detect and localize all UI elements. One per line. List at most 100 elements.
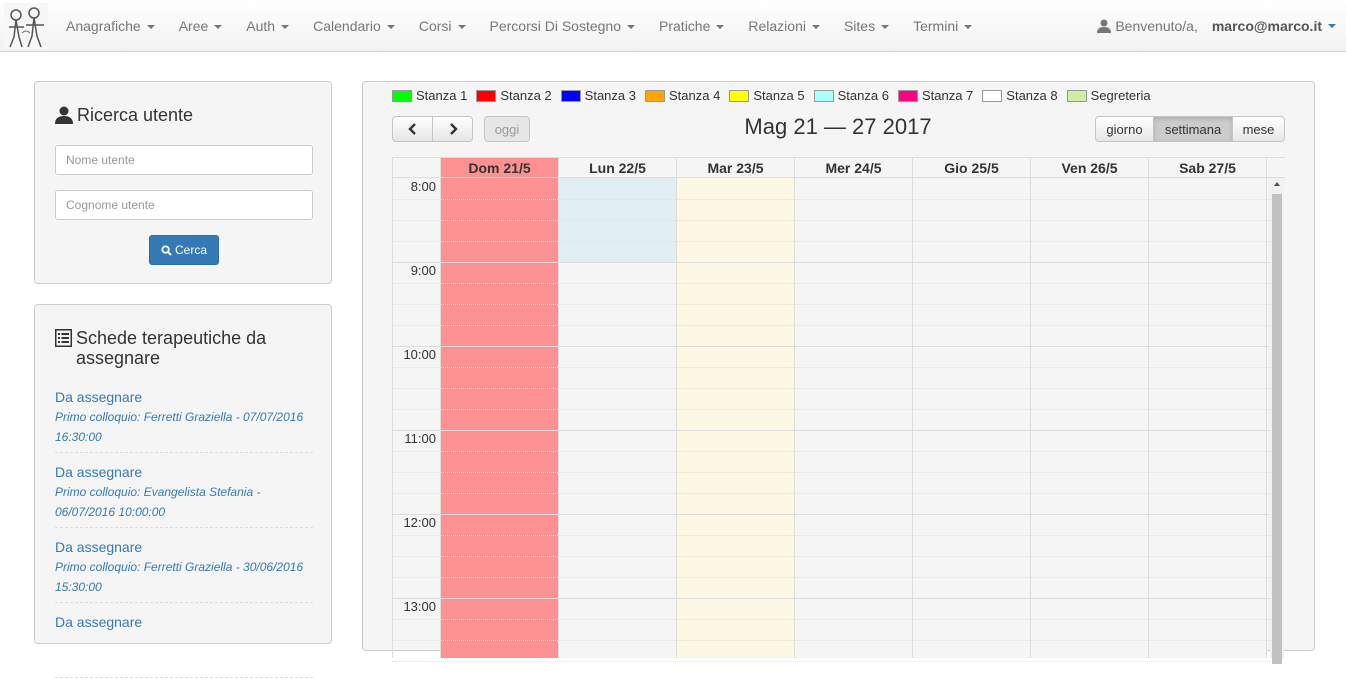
user-email[interactable]: marco@marco.it	[1212, 0, 1322, 52]
view-week-button[interactable]: settimana	[1153, 116, 1233, 142]
chevron-down-icon	[627, 25, 636, 30]
nav-menu-item[interactable]: Corsi	[407, 0, 478, 52]
day-column[interactable]	[1149, 178, 1267, 658]
time-label: 12:00	[403, 515, 436, 530]
scheda-link[interactable]: Da assegnare	[55, 612, 313, 632]
legend-swatch	[392, 89, 412, 102]
schede-panel-title-text: Schede terapeutiche da assegnare	[76, 328, 267, 368]
day-header: Dom 21/5	[441, 158, 559, 177]
slot-line	[392, 535, 1270, 536]
slot-line	[392, 493, 1270, 494]
chevron-down-icon	[964, 25, 973, 30]
slot-line	[392, 451, 1270, 452]
legend-item: Stanza 4	[644, 88, 721, 103]
nav-menu-item[interactable]: Auth	[234, 0, 301, 52]
legend-swatch	[560, 89, 581, 102]
nav-menu-label: Percorsi Di Sostegno	[489, 18, 622, 34]
time-label: 9:00	[410, 263, 436, 278]
day-column[interactable]	[1031, 178, 1149, 658]
legend-swatch	[982, 89, 1003, 102]
nav-menu-item[interactable]: Calendario	[301, 0, 407, 52]
legend-label: Stanza 4	[668, 88, 721, 103]
day-column[interactable]	[559, 178, 677, 658]
scheda-link[interactable]: Da assegnare	[55, 462, 313, 482]
scroll-thumb[interactable]	[1272, 194, 1282, 664]
legend-label: Stanza 1	[416, 88, 468, 103]
navbar: Anagrafiche Aree Auth Calendario Corsi Percor…	[0, 0, 1346, 52]
day-column[interactable]	[441, 178, 559, 658]
chevron-right-icon	[449, 123, 458, 135]
day-column[interactable]	[795, 178, 913, 658]
slot-line	[392, 325, 1270, 326]
legend-swatch	[897, 89, 918, 102]
last-name-input[interactable]	[55, 190, 313, 220]
nav-menu-item[interactable]: Termini	[901, 0, 984, 52]
view-day-button[interactable]: giorno	[1095, 116, 1154, 142]
search-panel-title: Ricerca utente	[55, 105, 193, 125]
legend-label: Stanza 6	[837, 88, 889, 103]
welcome-text: Benvenuto/a,	[1115, 18, 1198, 34]
chevron-down-icon	[811, 25, 820, 30]
time-axis-header	[392, 158, 441, 177]
legend-item: Segreteria	[1066, 88, 1151, 103]
nav-menu-label: Pratiche	[659, 18, 711, 34]
list-item: Da assegnare	[55, 612, 313, 678]
nav-menu-label: Corsi	[418, 18, 452, 34]
first-name-input[interactable]	[55, 145, 313, 175]
nav-menu-item[interactable]: Pratiche	[647, 0, 736, 52]
schede-panel: Schede terapeutiche da assegnare Da asse…	[34, 304, 332, 678]
nav-menu-item[interactable]: Anagrafiche	[54, 0, 167, 52]
header-scroll-spacer	[1267, 158, 1281, 177]
legend-item: Stanza 8	[982, 88, 1058, 103]
slot-line	[392, 283, 1270, 284]
legend-label: Stanza 5	[753, 88, 805, 103]
legend-item: Stanza 3	[560, 88, 636, 103]
day-header: Gio 25/5	[913, 158, 1031, 177]
scroll-up-icon[interactable]	[1274, 182, 1280, 186]
nav-menu-item[interactable]: Percorsi Di Sostegno	[478, 0, 648, 52]
legend-item: Stanza 1	[392, 88, 467, 103]
calendar-body: 8:00 9:00 10:00 11:00 12:00 13:00	[392, 178, 1285, 664]
time-label: 10:00	[403, 347, 436, 362]
search-button[interactable]: Cerca	[149, 235, 219, 265]
view-month-button[interactable]: mese	[1232, 116, 1285, 142]
slot-line	[392, 367, 1270, 368]
nav-menu-item[interactable]: Sites	[832, 0, 901, 52]
legend-label: Stanza 7	[921, 88, 974, 103]
search-icon	[161, 244, 172, 256]
nav-menu-item[interactable]: Aree	[167, 0, 235, 52]
calendar-scrollbar[interactable]	[1270, 178, 1284, 664]
slot-line	[392, 220, 1270, 221]
slot-line	[392, 472, 1270, 473]
schede-panel-title: Schede terapeutiche da assegnare	[55, 328, 315, 368]
logo-icon[interactable]	[4, 3, 48, 49]
slot-line	[392, 430, 1270, 431]
prev-week-button[interactable]	[392, 116, 433, 142]
day-column[interactable]	[677, 178, 795, 658]
search-button-label: Cerca	[174, 243, 207, 257]
nav-menu-label: Relazioni	[748, 18, 806, 34]
main-menu: Anagrafiche Aree Auth Calendario Corsi Percor…	[54, 0, 984, 52]
slot-line	[392, 556, 1270, 557]
slot-line	[392, 262, 1270, 263]
chevron-down-icon[interactable]	[1328, 24, 1336, 28]
user-menu[interactable]: Benvenuto/a, marco@marco.it	[1097, 0, 1336, 52]
scheda-link[interactable]: Da assegnare	[55, 537, 313, 557]
chevron-down-icon	[386, 25, 395, 30]
slot-line	[392, 619, 1270, 620]
legend-swatch	[476, 89, 497, 102]
list-item: Da assegnare Primo colloquio: Ferretti Gr…	[55, 537, 313, 603]
next-week-button[interactable]	[432, 116, 473, 142]
scheda-link[interactable]: Da assegnare	[55, 387, 313, 407]
calendar-panel: Stanza 1 Stanza 2 Stanza 3 Stanza 4 Stanza 5…	[362, 81, 1315, 664]
chevron-down-icon	[281, 25, 290, 30]
chevron-down-icon	[146, 25, 155, 30]
today-button[interactable]: oggi	[484, 116, 530, 142]
calendar-legend: Stanza 1 Stanza 2 Stanza 3 Stanza 4 Stanza 5…	[392, 88, 1160, 103]
list-item: Da assegnare Primo colloquio: Evangelista…	[55, 462, 313, 528]
list-item: Da assegnare Primo colloquio: Ferretti Gr…	[55, 387, 313, 453]
user-icon	[55, 106, 73, 124]
chevron-left-icon	[407, 123, 416, 135]
day-column[interactable]	[913, 178, 1031, 658]
nav-menu-item[interactable]: Relazioni	[736, 0, 832, 52]
